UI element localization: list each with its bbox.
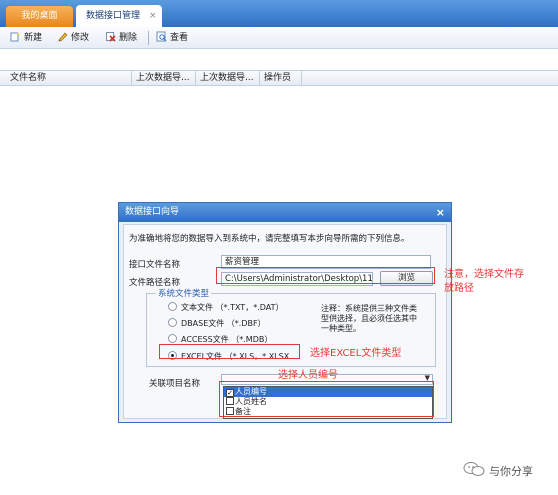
radio-dot <box>168 302 177 311</box>
dialog-close-icon[interactable]: × <box>436 203 445 222</box>
new-icon <box>10 32 20 42</box>
delete-button[interactable]: 删除 <box>105 30 137 46</box>
grid-header: 文件名称 上次数据导... 上次数据导... 操作员 <box>0 70 558 86</box>
column-header-last-import-1[interactable]: 上次数据导... <box>132 71 196 86</box>
annotation-excel-note: 选择EXCEL文件类型 <box>310 348 402 359</box>
radio-text-file-label: 文本文件 （*.TXT，*.DAT） <box>181 303 284 312</box>
annotation-dropdown-box <box>219 381 434 417</box>
wechat-logo-icon <box>463 462 485 476</box>
file-type-note: 注释：系统提供三种文件类型供选择，且必须任选其中一种类型。 <box>321 304 417 333</box>
delete-button-label: 删除 <box>119 33 138 43</box>
annotation-person-note: 选择人员编号 <box>278 370 338 381</box>
view-button[interactable]: 查看 <box>156 30 188 46</box>
edit-button-label: 修改 <box>71 33 90 43</box>
tab-my-desktop[interactable]: 我的桌面 <box>6 6 73 27</box>
new-button[interactable]: 新建 <box>10 30 42 46</box>
radio-text-file[interactable]: 文本文件 （*.TXT，*.DAT） <box>168 302 284 313</box>
file-type-group-title: 系统文件类型 <box>156 287 212 299</box>
interface-name-label: 接口文件名称 <box>129 260 181 270</box>
annotation-path-note-line1: 注意，选择文件存 <box>444 269 524 280</box>
annotation-path-note-line2: 放路径 <box>444 283 474 294</box>
watermark-text: 与你分享 <box>489 465 533 478</box>
view-button-label: 查看 <box>170 33 189 43</box>
delete-icon <box>106 32 116 42</box>
toolbar-separator <box>148 31 149 45</box>
radio-dot <box>168 318 177 327</box>
new-button-label: 新建 <box>24 33 43 43</box>
view-icon <box>156 31 167 42</box>
radio-dot <box>168 334 177 343</box>
column-header-last-import-2[interactable]: 上次数据导... <box>196 71 260 86</box>
tab-close-icon[interactable]: × <box>149 11 157 21</box>
column-header-operator[interactable]: 操作员 <box>260 71 302 86</box>
pencil-icon <box>58 32 68 42</box>
radio-dbase-file[interactable]: DBASE文件 （*.DBF） <box>168 318 266 329</box>
toolbar: 新建 修改 删除 查看 <box>0 27 558 49</box>
radio-dbase-file-label: DBASE文件 （*.DBF） <box>181 319 266 328</box>
annotation-path-box <box>216 267 435 284</box>
related-item-label: 关联项目名称 <box>149 379 201 389</box>
dialog-intro-text: 为准确地将您的数据导入到系统中，请完整填写本步向导所需的下列信息。 <box>129 234 410 244</box>
edit-button[interactable]: 修改 <box>57 30 89 46</box>
dialog-title: 数据接口向导 <box>119 203 451 222</box>
column-header-file-name[interactable]: 文件名称 <box>6 71 132 86</box>
radio-access-file-label: ACCESS文件 （*.MDB） <box>181 335 273 344</box>
annotation-excel-box <box>159 344 300 359</box>
